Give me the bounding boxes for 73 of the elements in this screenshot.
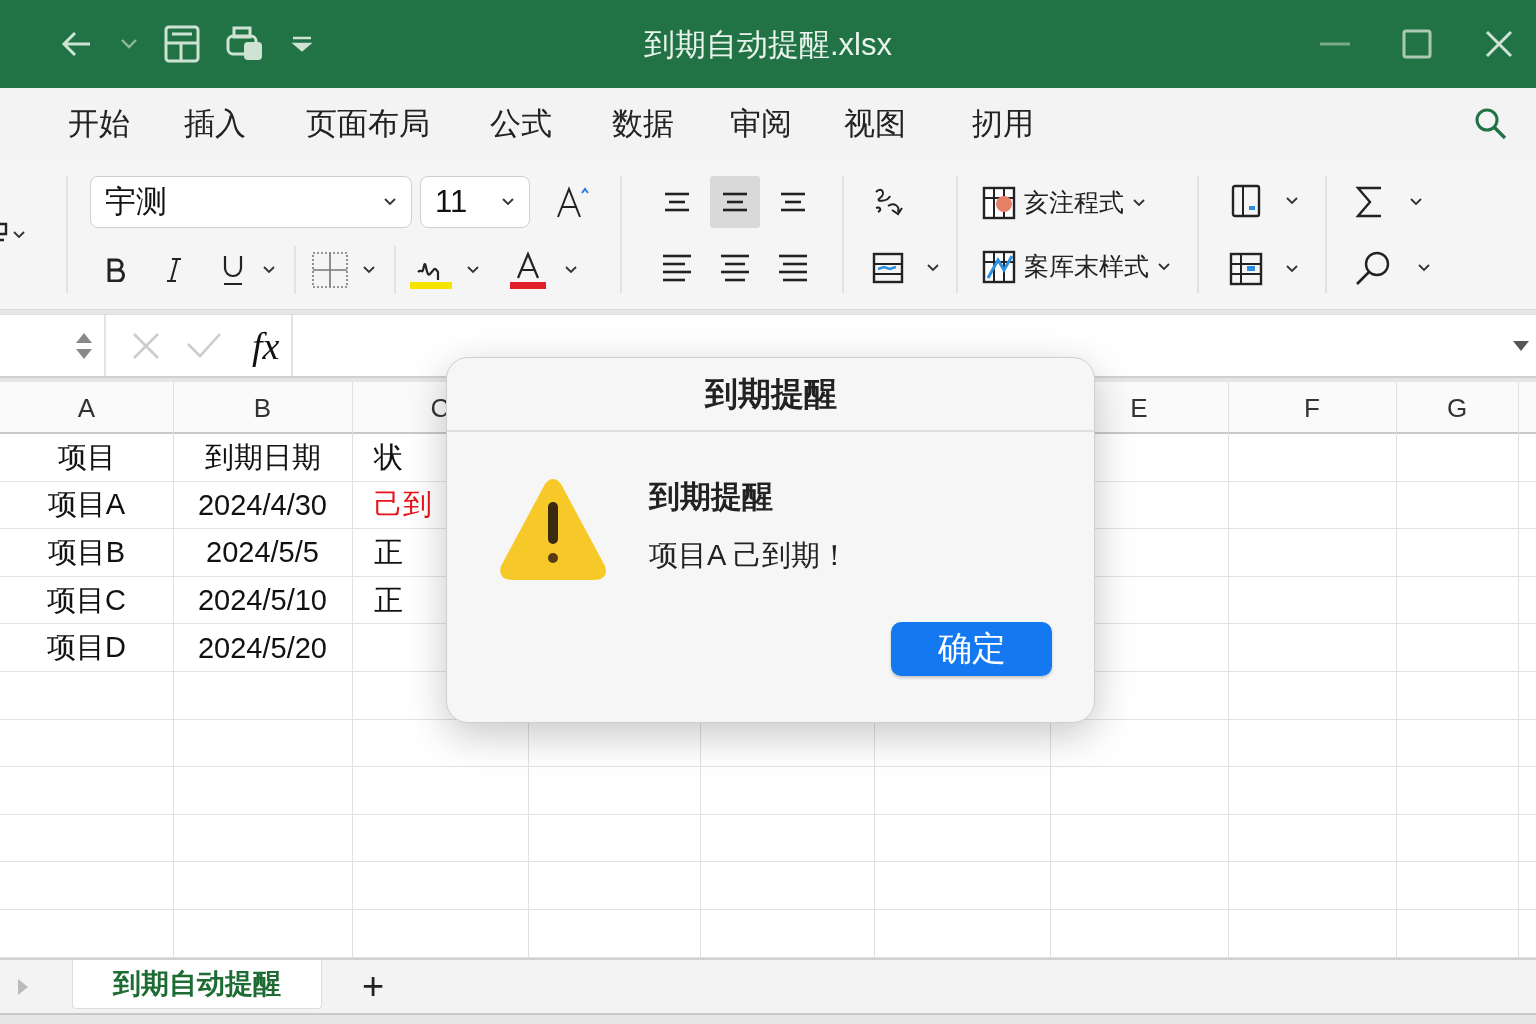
merge-cells-icon[interactable] [872, 251, 904, 284]
table-cell-text: 项目C [47, 582, 126, 618]
chevron-down-icon[interactable] [564, 264, 578, 275]
window-title: 到期自动提醒.xlsx [644, 27, 892, 62]
ribbon-tab[interactable]: 审阅 [730, 103, 792, 145]
chevron-down-icon[interactable] [926, 262, 940, 273]
maximize-icon[interactable] [1402, 29, 1432, 59]
ribbon-tab[interactable]: 页面布局 [306, 103, 430, 145]
add-sheet-button[interactable]: + [358, 960, 389, 1013]
search-icon[interactable] [1355, 249, 1391, 286]
column-header[interactable]: G [1446, 392, 1468, 424]
table-cell-text: 正 [374, 582, 403, 618]
format-cells-icon[interactable] [1229, 251, 1263, 286]
chevron-down-icon[interactable] [501, 196, 515, 207]
ribbon-tab[interactable]: 开始 [68, 103, 130, 145]
check-icon[interactable] [186, 331, 222, 360]
table-cell-text: 到期日期 [204, 439, 321, 475]
chevron-down-icon[interactable] [362, 264, 376, 275]
chevron-down-icon[interactable] [1409, 196, 1423, 207]
chevron-down-icon[interactable] [1285, 195, 1299, 206]
chevron-down-icon[interactable] [1417, 262, 1431, 273]
ok-button[interactable]: 确定 [891, 622, 1052, 676]
chevron-down-icon[interactable] [383, 196, 397, 207]
table-cell-text: 状 [374, 439, 403, 475]
sheet-tab[interactable]: 到期自动提醒 [72, 960, 322, 1009]
dialog-title: 到期提醒 [704, 373, 837, 414]
column-header[interactable]: F [1304, 392, 1320, 424]
table-cell-text: 项目 [57, 439, 116, 475]
font-name-dropdown[interactable]: 宇测 [90, 175, 412, 228]
ribbon-tab[interactable]: 视图 [844, 103, 906, 145]
grow-font-icon[interactable] [556, 184, 590, 219]
table-cell: 2024/5/20 [198, 631, 327, 665]
dialog-message: 项目A 己到期！ [649, 538, 849, 573]
table-cell-text: 己到 [374, 487, 432, 523]
customize-toolbar-icon[interactable] [290, 34, 314, 54]
chevron-down-icon[interactable] [1157, 261, 1171, 272]
underline-icon[interactable] [222, 253, 244, 286]
chevron-down-icon[interactable] [1285, 263, 1299, 274]
styles-button[interactable]: 亥注程式 [982, 185, 1171, 220]
ribbon-tab[interactable]: 扨用 [972, 103, 1034, 145]
dialog-heading: 到期提醒 [649, 478, 774, 516]
print-icon[interactable] [226, 26, 264, 62]
ribbon-tab[interactable]: 插入 [184, 103, 246, 145]
italic-icon[interactable] [166, 256, 182, 283]
column-header[interactable]: E [1130, 392, 1148, 424]
chevron-down-icon[interactable] [1512, 339, 1530, 352]
table-cell-text: 项目B [47, 535, 126, 570]
table-cell-text: 正 [374, 535, 403, 570]
table-cell: 2024/5/5 [206, 536, 319, 570]
save-icon[interactable] [164, 25, 200, 63]
table-cell-text: 项目D [47, 630, 126, 666]
column-header[interactable]: A [77, 392, 96, 424]
chevron-down-icon[interactable] [466, 264, 480, 275]
column-header[interactable]: B [253, 392, 272, 424]
table-cell: 2024/5/10 [198, 584, 327, 618]
align-button[interactable] [710, 175, 760, 228]
conditional-format-icon[interactable] [982, 185, 1016, 220]
ribbon-tab[interactable]: 公式 [490, 103, 552, 145]
borders-icon[interactable] [312, 251, 348, 288]
chevron-down-icon[interactable] [1132, 197, 1146, 208]
table-format-icon[interactable] [982, 249, 1016, 284]
font-color-icon[interactable] [510, 249, 546, 290]
function-label[interactable]: fx [252, 323, 280, 368]
insert-cells-icon[interactable] [1229, 183, 1263, 218]
bold-icon[interactable] [106, 257, 126, 282]
table-cell-text: 项目A [47, 487, 126, 523]
close-icon[interactable] [1484, 29, 1514, 59]
styles-button[interactable]: 案厍末样式 [982, 249, 1171, 284]
ribbon-tab[interactable]: 数据 [612, 103, 674, 145]
chevron-down-icon[interactable] [262, 264, 276, 275]
table-cell: 2024/4/30 [198, 488, 327, 522]
font-size-dropdown[interactable]: 11 [420, 175, 530, 228]
chevron-down-icon[interactable] [12, 229, 26, 240]
